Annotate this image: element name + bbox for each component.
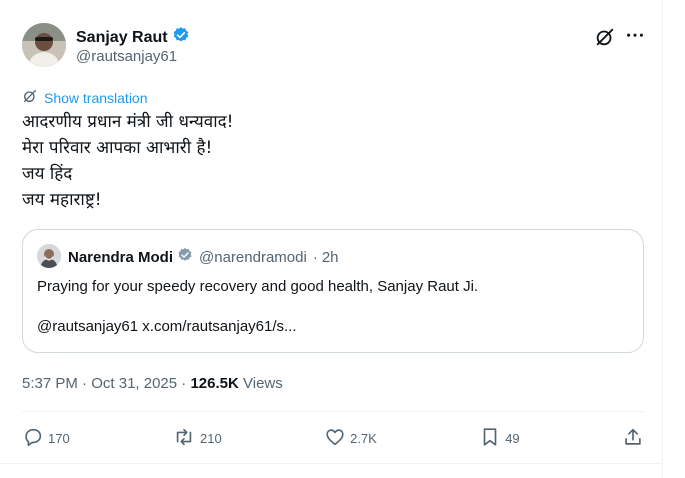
- quoted-link[interactable]: @rautsanjay61 x.com/rautsanjay61/s...: [37, 317, 478, 337]
- translate-icon: [22, 88, 38, 107]
- quoted-author-avatar[interactable]: [37, 244, 61, 268]
- tweet-date[interactable]: Oct 31, 2025: [91, 375, 177, 392]
- repost-count: 210: [200, 430, 222, 446]
- quoted-text: Praying for your speedy recovery and goo…: [37, 278, 479, 295]
- tweet-timestamp: 5:37 PM · Oct 31, 2025 · 126.5K Views: [22, 375, 283, 392]
- like-icon: [324, 426, 346, 451]
- quoted-author-name[interactable]: Narendra Modi: [68, 249, 173, 266]
- meta-separator: ·: [82, 375, 88, 392]
- quoted-meta-separator: ·: [312, 248, 318, 266]
- tweet-line: जय हिंद: [22, 164, 73, 184]
- like-button[interactable]: 2.7K: [324, 426, 377, 451]
- quoted-tweet[interactable]: Narendra Modi @narendramodi · 2h Praying…: [22, 229, 644, 353]
- quoted-author-handle[interactable]: @narendramodi: [199, 249, 307, 266]
- like-count: 2.7K: [350, 430, 377, 446]
- bottom-divider: [0, 463, 663, 464]
- bookmark-icon: [479, 426, 501, 451]
- quoted-time: 2h: [321, 248, 339, 266]
- divider: [22, 411, 644, 412]
- show-translation-label: Show translation: [44, 89, 148, 106]
- reply-icon: [22, 426, 44, 451]
- author-avatar[interactable]: [22, 23, 66, 67]
- tweet-line: जय महाराष्ट्र!: [22, 190, 102, 210]
- show-translation-link[interactable]: Show translation: [22, 88, 148, 107]
- grok-icon[interactable]: [594, 26, 616, 53]
- tweet-line: मेरा परिवार आपका आभारी है!: [22, 138, 213, 158]
- tweet-line: आदरणीय प्रधान मंत्री जी धन्यवाद!: [22, 112, 234, 132]
- reply-button[interactable]: 170: [22, 426, 70, 451]
- verified-badge-icon: [172, 26, 190, 49]
- bookmark-count: 49: [505, 430, 520, 446]
- tweet-card: Sanjay Raut @rautsanjay61 Show translati…: [0, 0, 663, 478]
- share-button[interactable]: [622, 426, 644, 451]
- reply-count: 170: [48, 430, 70, 446]
- meta-separator: ·: [181, 375, 187, 392]
- author-name[interactable]: Sanjay Raut: [76, 29, 168, 47]
- action-bar: 170 210 2.7K 49: [22, 422, 644, 454]
- views-label: Views: [243, 375, 283, 392]
- tweet-text: आदरणीय प्रधान मंत्री जी धन्यवाद! मेरा पर…: [22, 109, 234, 213]
- views-count: 126.5K: [190, 375, 239, 392]
- repost-button[interactable]: 210: [172, 426, 222, 451]
- author-handle[interactable]: @rautsanjay61: [76, 48, 177, 65]
- more-icon[interactable]: [624, 26, 646, 53]
- share-icon: [622, 426, 644, 451]
- tweet-time[interactable]: 5:37 PM: [22, 375, 78, 392]
- bookmark-button[interactable]: 49: [479, 426, 520, 451]
- verified-badge-icon: [177, 247, 193, 267]
- repost-icon: [172, 426, 196, 451]
